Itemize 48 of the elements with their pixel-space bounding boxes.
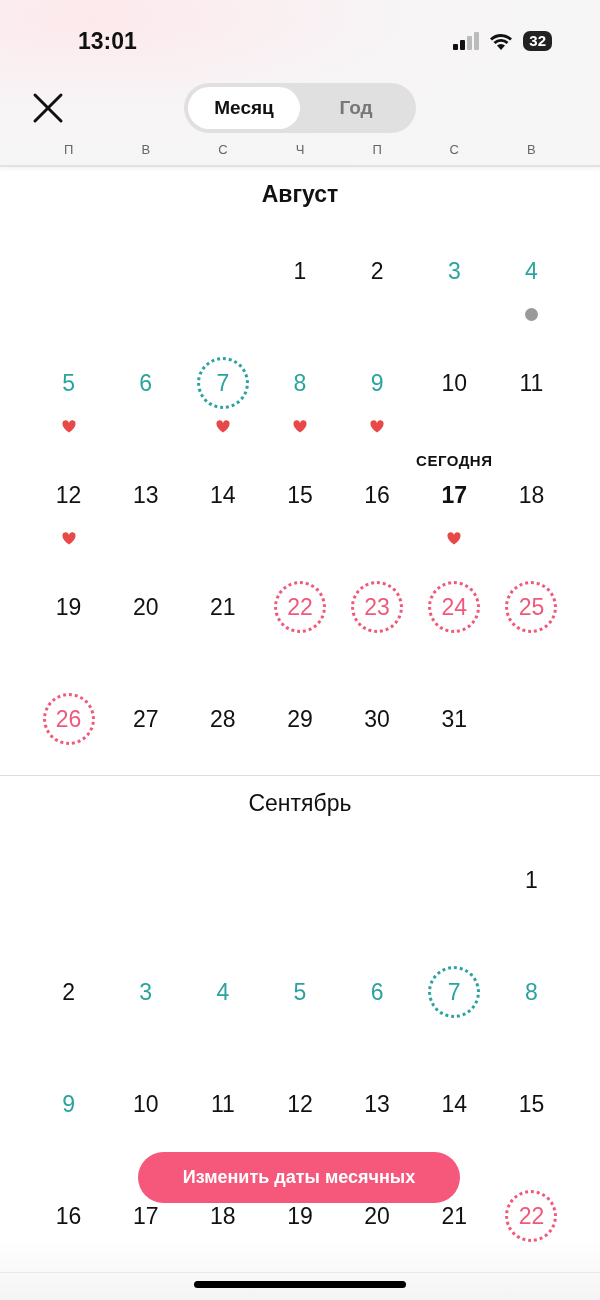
calendar-day[interactable]: 14	[210, 483, 236, 507]
calendar-day[interactable]: 14	[441, 1092, 468, 1116]
calendar-day[interactable]: 27	[132, 707, 159, 731]
calendar-day[interactable]: 12	[55, 483, 82, 507]
month-title: Сентябрь	[247, 789, 353, 818]
calendar-day[interactable]: 18	[518, 483, 545, 507]
month-title: Август	[260, 180, 340, 209]
weekday-label: С	[448, 142, 460, 159]
calendar-day[interactable]: 29	[287, 707, 313, 731]
wifi-icon	[489, 32, 514, 50]
calendar-day[interactable]: 10	[441, 371, 468, 395]
segment-tab[interactable]: Месяц	[188, 87, 300, 129]
calendar-day[interactable]: 17	[132, 1204, 159, 1228]
weekday-label: В	[140, 142, 152, 159]
calendar-day[interactable]: 2	[370, 259, 384, 283]
status-time: 13:01	[78, 27, 138, 55]
calendar-day[interactable]: 16	[55, 1204, 82, 1228]
today-label: СЕГОДНЯ	[416, 452, 493, 469]
calendar-day[interactable]: 19	[55, 595, 82, 619]
calendar-day[interactable]: 31	[441, 707, 468, 731]
calendar-day[interactable]: 10	[132, 1092, 159, 1116]
weekday-label: Ч	[294, 142, 306, 159]
weekday-label: В	[526, 142, 537, 159]
calendar-day[interactable]: 13	[364, 1092, 390, 1116]
calendar-day[interactable]: 21	[441, 1204, 468, 1228]
calendar-day[interactable]: 11	[210, 1092, 235, 1116]
calendar-day[interactable]: 21	[210, 595, 236, 619]
calendar-day[interactable]: 17	[441, 483, 468, 507]
calendar-day[interactable]: 1	[525, 868, 538, 892]
calendar-day[interactable]: 30	[364, 707, 390, 731]
calendar-day[interactable]: 12	[287, 1092, 313, 1116]
calendar-day[interactable]: 20	[132, 595, 159, 619]
calendar-day[interactable]: 20	[364, 1204, 390, 1228]
calendar-day[interactable]: 18	[210, 1204, 236, 1228]
calendar-day[interactable]: 1	[293, 259, 307, 283]
calendar-day[interactable]: 19	[287, 1204, 313, 1228]
weekday-label: С	[217, 142, 229, 159]
calendar-day[interactable]: 15	[287, 483, 313, 507]
calendar-day[interactable]: 28	[210, 707, 236, 731]
calendar-day[interactable]: 11	[519, 371, 544, 395]
calendar-day[interactable]: 13	[132, 483, 159, 507]
weekday-label: П	[371, 142, 383, 159]
weekday-label: П	[62, 142, 75, 159]
calendar-day[interactable]: 16	[364, 483, 390, 507]
battery-level: 32	[523, 31, 552, 51]
calendar-day[interactable]: 15	[518, 1092, 545, 1116]
signal-icon	[453, 32, 480, 50]
calendar-day[interactable]: 2	[62, 980, 75, 1004]
